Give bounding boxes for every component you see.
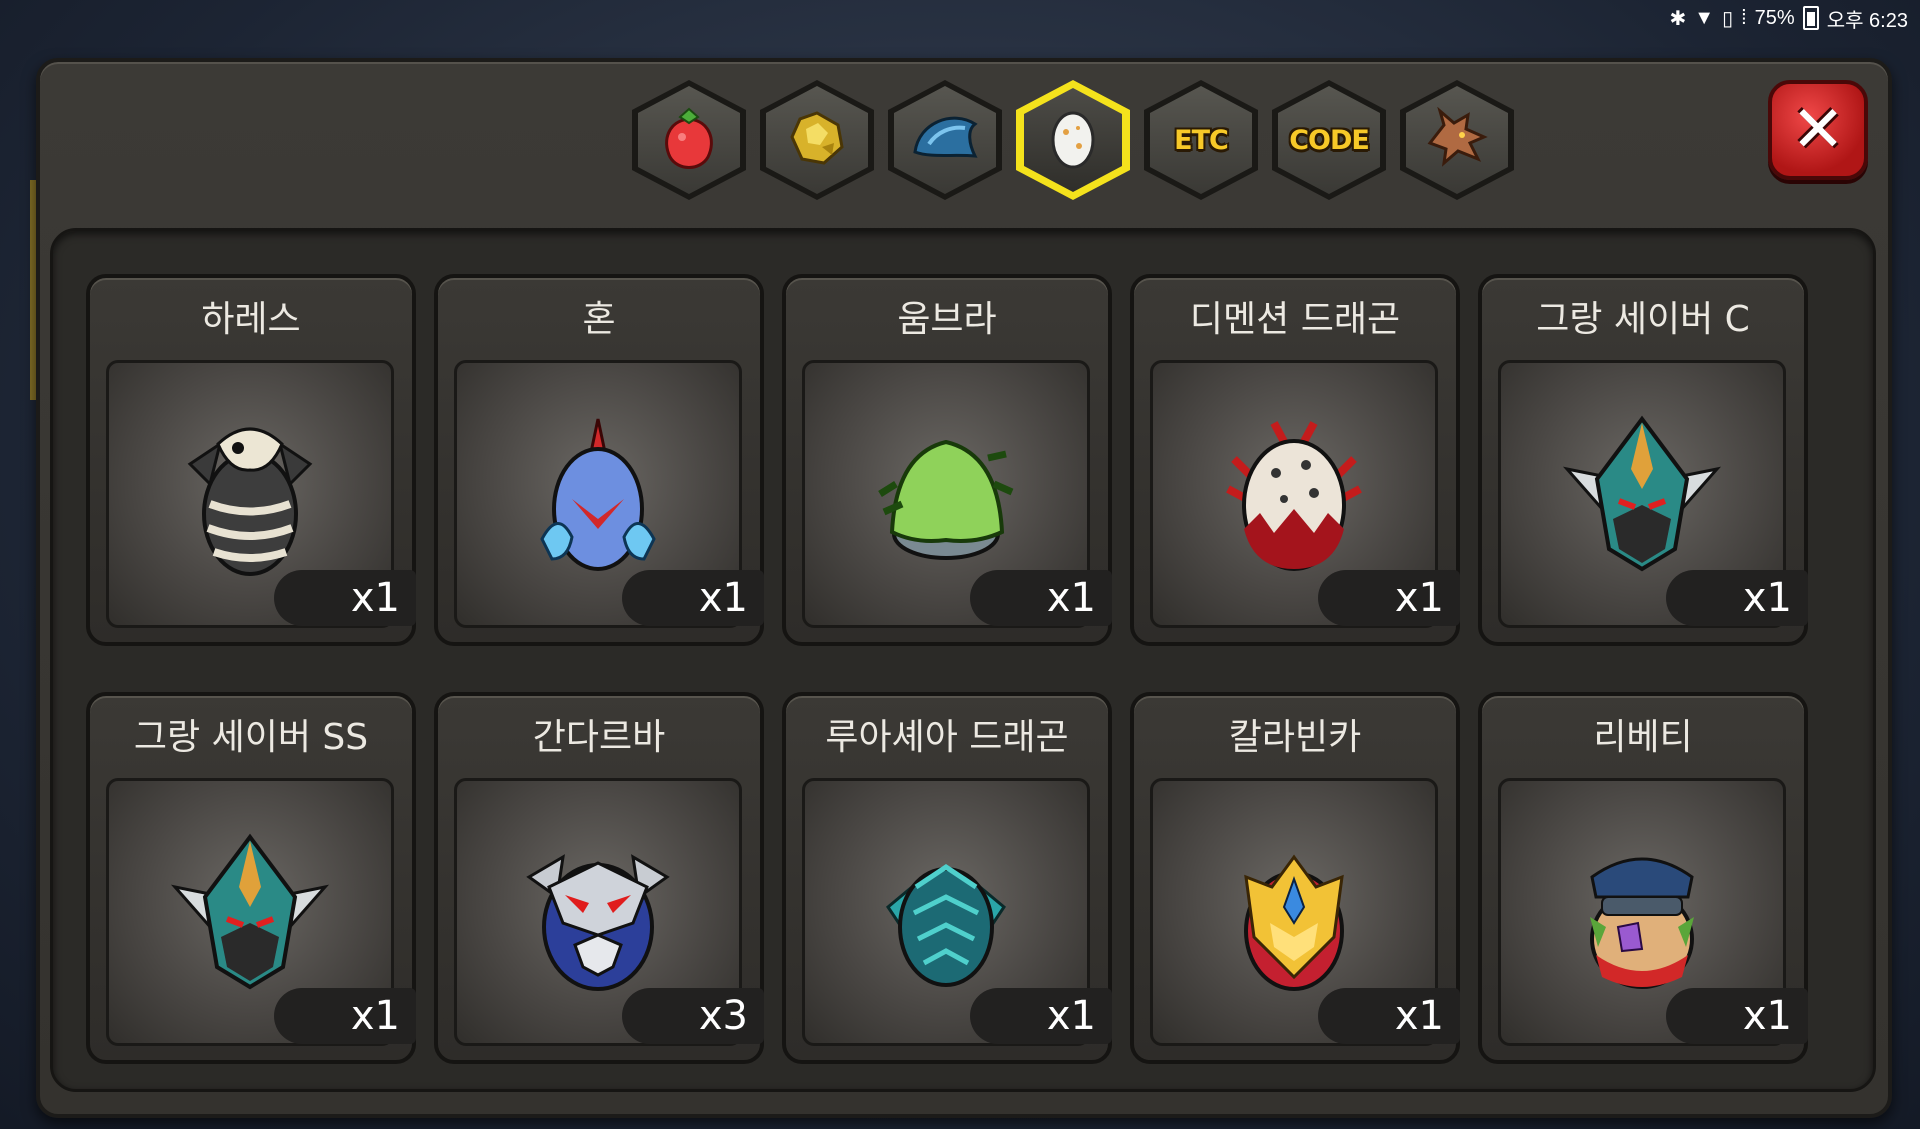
tab-scale[interactable] (888, 80, 1002, 200)
item-name: 그랑 세이버 C (1536, 299, 1750, 340)
item-name: 움브라 (897, 299, 997, 340)
clock: 오후 6:23 (1826, 9, 1908, 32)
item-card[interactable]: 혼 x1 (434, 274, 764, 646)
tab-etc-label: ETC (1174, 124, 1229, 156)
item-card[interactable]: 움브라 x1 (782, 274, 1112, 646)
item-name: 칼라빈카 (1228, 717, 1362, 758)
item-name: 그랑 세이버 SS (133, 717, 369, 758)
tab-etc[interactable]: ETC (1144, 80, 1258, 200)
battery-icon (1802, 6, 1819, 30)
close-button[interactable]: ✕ (1768, 80, 1868, 180)
strawberry-icon (658, 103, 720, 177)
item-quantity: x1 (1318, 988, 1460, 1044)
item-quantity: x1 (1318, 570, 1460, 626)
item-card[interactable]: 간다르바 x3 (434, 692, 764, 1064)
item-quantity: x1 (970, 570, 1112, 626)
dragon-head-icon (1422, 106, 1492, 173)
tab-fruit[interactable] (632, 80, 746, 200)
bluetooth-icon: ✱ (1669, 7, 1687, 30)
item-name: 리베티 (1593, 717, 1693, 758)
item-quantity: x1 (1666, 988, 1808, 1044)
gold-ore-icon (786, 107, 848, 173)
category-tabs: ETC CODE (632, 80, 1514, 200)
tab-gold[interactable] (760, 80, 874, 200)
sim-icon: ▯ (1722, 7, 1734, 30)
tab-dragon[interactable] (1400, 80, 1514, 200)
inventory-panel: ETC CODE ✕ 하레스 x1 혼 x1 움브라 x1 디멘션 드래곤 x1… (36, 58, 1892, 1118)
wifi-icon: ▼ (1694, 6, 1715, 29)
item-card[interactable]: 그랑 세이버 SS x1 (86, 692, 416, 1064)
item-quantity: x1 (274, 570, 416, 626)
item-card[interactable]: 하레스 x1 (86, 274, 416, 646)
tab-code[interactable]: CODE (1272, 80, 1386, 200)
close-icon: ✕ (1791, 93, 1845, 167)
egg-icon (1048, 106, 1098, 174)
item-name: 하레스 (201, 299, 301, 340)
item-name: 혼 (582, 299, 616, 340)
item-name: 루아셰아 드래곤 (825, 717, 1069, 758)
item-quantity: x3 (622, 988, 764, 1044)
item-name: 간다르바 (532, 717, 666, 758)
item-card[interactable]: 디멘션 드래곤 x1 (1130, 274, 1460, 646)
battery-percent: 75% (1754, 6, 1795, 29)
item-quantity: x1 (970, 988, 1112, 1044)
item-card[interactable]: 리베티 x1 (1478, 692, 1808, 1064)
tab-egg[interactable] (1016, 80, 1130, 200)
item-quantity: x1 (1666, 570, 1808, 626)
item-card[interactable]: 칼라빈카 x1 (1130, 692, 1460, 1064)
tab-code-label: CODE (1289, 124, 1370, 156)
item-quantity: x1 (622, 570, 764, 626)
item-grid: 하레스 x1 혼 x1 움브라 x1 디멘션 드래곤 x1 그랑 세이버 C x… (86, 274, 1808, 1064)
signal-icon: ⁞ (1741, 6, 1747, 29)
item-name: 디멘션 드래곤 (1189, 299, 1401, 340)
item-card[interactable]: 루아셰아 드래곤 x1 (782, 692, 1112, 1064)
item-quantity: x1 (274, 988, 416, 1044)
item-card[interactable]: 그랑 세이버 C x1 (1478, 274, 1808, 646)
blue-scale-icon (909, 108, 981, 172)
status-bar: ✱ ▼ ▯ ⁞ 75% 오후 6:23 (1670, 0, 1920, 36)
